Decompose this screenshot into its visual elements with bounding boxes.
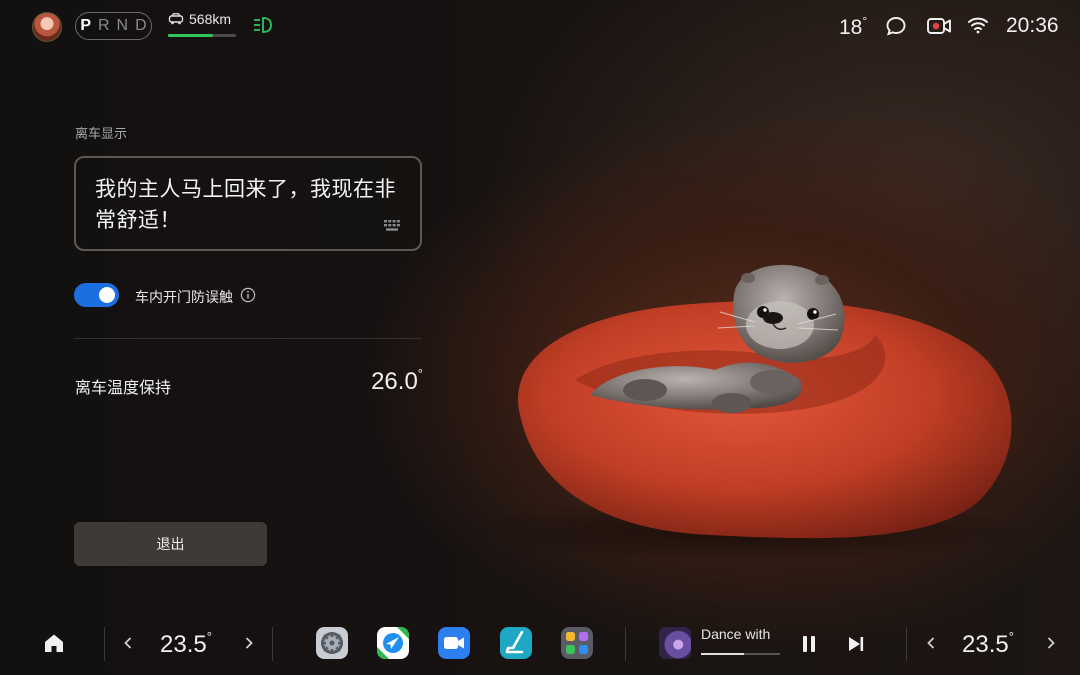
album-art[interactable] bbox=[659, 627, 691, 659]
app-grid-icon[interactable] bbox=[561, 627, 593, 659]
chat-icon[interactable] bbox=[885, 15, 907, 37]
otter-on-beanbag-illustration bbox=[480, 264, 1030, 560]
toggle-knob bbox=[99, 287, 115, 303]
message-text: 我的主人马上回来了，我现在非常舒适！ bbox=[95, 178, 396, 232]
avatar[interactable] bbox=[32, 12, 62, 42]
passenger-temperature[interactable]: 23.5° bbox=[962, 629, 1014, 659]
info-icon[interactable] bbox=[240, 287, 256, 303]
outside-temp-unit: ° bbox=[862, 14, 868, 28]
passenger-temp-value: 23.5 bbox=[962, 631, 1009, 658]
keep-temperature-value[interactable]: 26.0° bbox=[371, 366, 423, 396]
outside-temperature: 18° bbox=[839, 14, 867, 40]
chevron-left-icon[interactable] bbox=[924, 633, 938, 653]
seat-icon[interactable] bbox=[500, 627, 532, 659]
gear-r: R bbox=[97, 17, 110, 34]
dock-separator bbox=[906, 627, 907, 661]
dock-separator bbox=[272, 627, 273, 661]
status-bar: P R N D 568km 18° 20:36 bbox=[0, 0, 1080, 52]
gear-n: N bbox=[116, 17, 129, 34]
pause-icon[interactable] bbox=[800, 634, 818, 654]
next-track-icon[interactable] bbox=[847, 634, 865, 654]
gear-d: D bbox=[135, 17, 147, 34]
keep-temperature-label: 离车温度保持 bbox=[75, 380, 172, 397]
clock: 20:36 bbox=[1006, 14, 1059, 37]
message-input[interactable]: 我的主人马上回来了，我现在非常舒适！ bbox=[74, 156, 422, 251]
keyboard-icon[interactable] bbox=[384, 220, 400, 231]
divider bbox=[74, 338, 422, 339]
navigation-icon[interactable] bbox=[377, 627, 409, 659]
range-indicator: 568km bbox=[168, 11, 238, 41]
keep-temp-unit: ° bbox=[417, 366, 423, 381]
keep-temp-number: 26.0 bbox=[371, 368, 418, 395]
media-progress-fill bbox=[701, 653, 745, 655]
range-bar bbox=[168, 34, 236, 37]
media-progress[interactable] bbox=[701, 653, 780, 655]
chevron-right-icon[interactable] bbox=[1044, 633, 1058, 653]
settings-icon[interactable] bbox=[316, 627, 348, 659]
anti-mistouch-label: 车内开门防误触 bbox=[135, 289, 233, 305]
gear-p: P bbox=[80, 17, 91, 34]
home-icon[interactable] bbox=[43, 632, 65, 654]
driver-temp-unit: ° bbox=[206, 629, 212, 644]
range-bar-fill bbox=[168, 34, 213, 37]
chevron-right-icon[interactable] bbox=[242, 633, 256, 653]
gear-selector: P R N D bbox=[75, 12, 152, 40]
headlight-icon[interactable] bbox=[253, 16, 273, 34]
range-value: 568km bbox=[189, 11, 232, 27]
anti-mistouch-toggle[interactable] bbox=[74, 283, 119, 307]
dock-separator bbox=[625, 627, 626, 661]
video-call-icon[interactable] bbox=[438, 627, 470, 659]
driver-temperature[interactable]: 23.5° bbox=[160, 629, 212, 659]
chevron-left-icon[interactable] bbox=[121, 633, 135, 653]
section-label: 离车显示 bbox=[75, 126, 128, 141]
media-title: Dance with bbox=[701, 626, 771, 642]
record-icon[interactable] bbox=[926, 15, 952, 37]
car-icon bbox=[168, 13, 184, 25]
outside-temp-value: 18 bbox=[839, 16, 863, 39]
wifi-icon[interactable] bbox=[967, 15, 989, 35]
exit-button[interactable]: 退出 bbox=[74, 522, 267, 566]
dock-separator bbox=[104, 627, 105, 661]
passenger-temp-unit: ° bbox=[1008, 629, 1014, 644]
driver-temp-value: 23.5 bbox=[160, 631, 207, 658]
dock: 23.5° Dance with 23.5° bbox=[0, 615, 1080, 675]
